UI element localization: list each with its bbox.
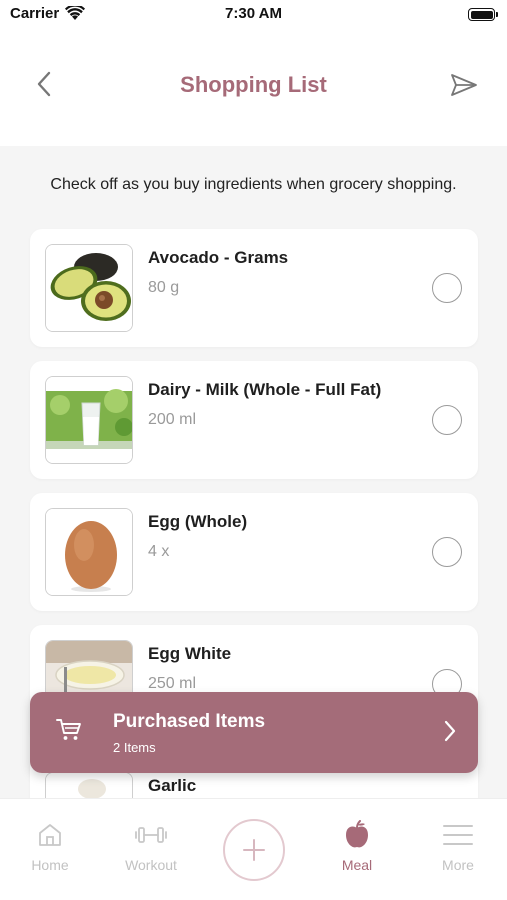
tab-bar: Home Workout Meal More	[0, 798, 507, 900]
tab-label: Home	[31, 857, 69, 873]
purchased-count: 2 Items	[113, 740, 156, 755]
apple-icon	[346, 820, 368, 848]
status-time: 7:30 AM	[225, 5, 282, 22]
tab-label: Meal	[341, 857, 373, 873]
add-button[interactable]	[223, 819, 285, 881]
tab-home[interactable]: Home	[0, 799, 100, 889]
purchase-checkbox[interactable]	[432, 273, 462, 303]
tab-workout[interactable]: Workout	[101, 799, 201, 889]
instruction-text: Check off as you buy ingredients when gr…	[50, 176, 457, 193]
item-quantity: 250 ml	[148, 675, 197, 692]
list-item[interactable]: Dairy - Milk (Whole - Full Fat) 200 ml	[30, 361, 478, 479]
item-quantity: 80 g	[148, 279, 180, 296]
battery-icon	[468, 8, 498, 21]
tab-meal[interactable]: Meal	[307, 799, 407, 889]
milk-image	[45, 376, 133, 464]
avocado-image	[45, 244, 133, 332]
item-name: Avocado - Grams	[148, 248, 289, 267]
item-name: Egg (Whole)	[148, 512, 248, 531]
item-name: Garlic	[148, 776, 197, 795]
home-icon	[39, 824, 61, 846]
plus-icon	[243, 839, 265, 861]
item-name: Egg White	[148, 644, 232, 663]
item-name: Dairy - Milk (Whole - Full Fat)	[148, 380, 382, 399]
nav-bar: Shopping List	[0, 30, 507, 146]
page-title: Shopping List	[180, 72, 327, 97]
chevron-right-icon	[444, 720, 456, 742]
tab-label: More	[442, 857, 474, 873]
share-button[interactable]	[447, 68, 481, 102]
purchased-items-button[interactable]: Purchased Items 2 Items	[30, 692, 478, 773]
cart-icon	[56, 719, 81, 740]
item-quantity: 200 ml	[148, 411, 197, 428]
list-item[interactable]: Avocado - Grams 80 g	[30, 229, 478, 347]
purchase-checkbox[interactable]	[432, 405, 462, 435]
item-quantity: 4 x	[148, 543, 170, 560]
shopping-list: Avocado - Grams 80 g Dairy - Milk (Whole…	[30, 229, 478, 889]
dumbbell-icon	[135, 827, 167, 843]
tab-more[interactable]: More	[408, 799, 507, 889]
menu-icon	[443, 825, 473, 845]
purchase-checkbox[interactable]	[432, 537, 462, 567]
purchased-title: Purchased Items	[113, 711, 266, 732]
status-bar: Carrier 7:30 AM	[0, 0, 507, 30]
tab-label: Workout	[125, 857, 177, 873]
list-item[interactable]: Egg (Whole) 4 x	[30, 493, 478, 611]
egg-image	[45, 508, 133, 596]
send-icon	[451, 74, 477, 96]
